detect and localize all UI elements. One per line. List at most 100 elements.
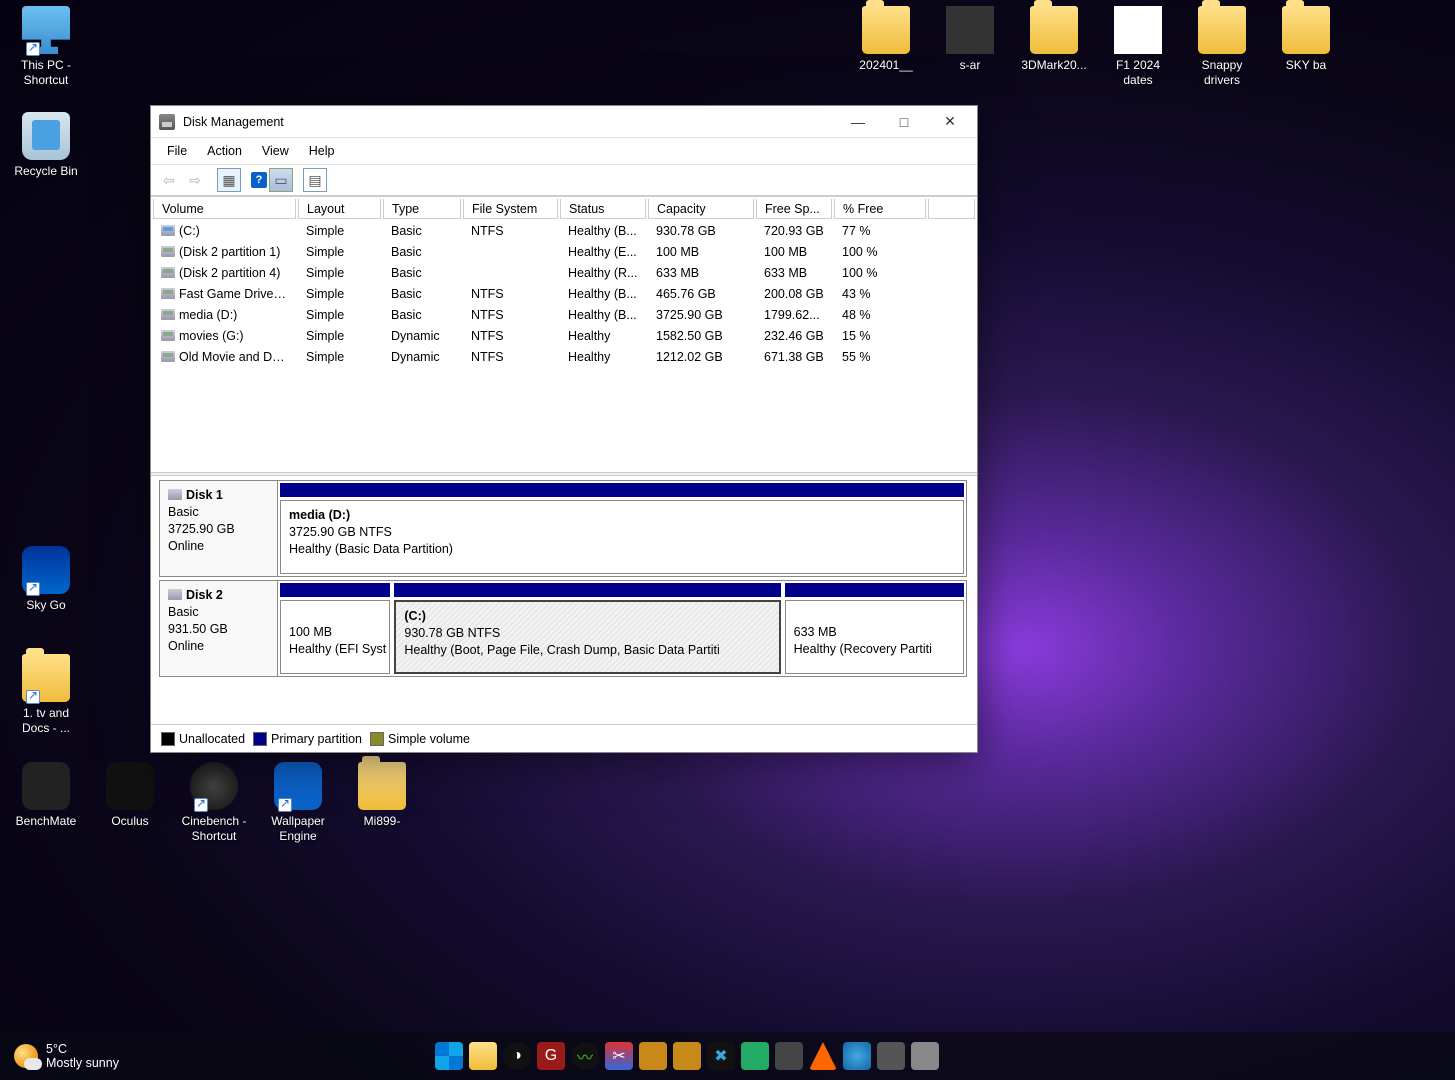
desktop-icon-tvanddocs[interactable]: 1. tv and Docs - ... — [8, 654, 84, 736]
properties-button[interactable]: ▭ — [269, 168, 293, 192]
disk-map-pane[interactable]: Disk 1Basic3725.90 GBOnlinemedia (D:)372… — [151, 476, 977, 724]
disk-row[interactable]: Disk 1Basic3725.90 GBOnlinemedia (D:)372… — [159, 480, 967, 577]
disk-info[interactable]: Disk 2Basic931.50 GBOnline — [160, 581, 278, 676]
help-button[interactable]: ? — [251, 172, 267, 188]
legend-label-simple: Simple volume — [388, 732, 470, 746]
maximize-button[interactable]: □ — [881, 106, 927, 138]
disk-info[interactable]: Disk 1Basic3725.90 GBOnline — [160, 481, 278, 576]
column-type[interactable]: Type — [383, 199, 461, 219]
taskbar: 5°C Mostly sunny ◑ G 〰 ✂ ✖ — [0, 1032, 1455, 1080]
back-button[interactable]: ⇦ — [157, 168, 181, 192]
desktop-icon-skygo[interactable]: Sky Go — [8, 546, 84, 613]
disk-row[interactable]: Disk 2Basic931.50 GBOnline 100 MBHealthy… — [159, 580, 967, 677]
taskbar-edge-icon[interactable] — [843, 1042, 871, 1070]
taskbar-monitor-icon[interactable]: 〰 — [571, 1042, 599, 1070]
taskbar-steam-icon[interactable]: ◑ — [503, 1042, 531, 1070]
partition-cell[interactable]: media (D:)3725.90 GB NTFSHealthy (Basic … — [280, 500, 964, 574]
column-volume[interactable]: Volume — [153, 199, 296, 219]
desktop-icon-wallpaper[interactable]: Wallpaper Engine — [260, 762, 336, 844]
volume-row[interactable]: (Disk 2 partition 4)SimpleBasicHealthy (… — [153, 263, 975, 282]
desktop-icon-label: Mi899- — [344, 814, 420, 829]
column-status[interactable]: Status — [560, 199, 646, 219]
menu-help[interactable]: Help — [299, 140, 345, 162]
drive-icon — [161, 351, 175, 362]
drive-icon — [161, 225, 175, 236]
taskbar-gpuz-icon[interactable] — [673, 1042, 701, 1070]
toolbar: ⇦ ⇨ ▦ ? ▭ ▤ — [151, 164, 977, 196]
taskbar-app3-icon[interactable] — [741, 1042, 769, 1070]
desktop-icon-label: 1. tv and Docs - ... — [8, 706, 84, 736]
taskbar-center: ◑ G 〰 ✂ ✖ — [119, 1042, 1255, 1070]
volume-row[interactable]: (Disk 2 partition 1)SimpleBasicHealthy (… — [153, 242, 975, 261]
minimize-button[interactable]: — — [835, 106, 881, 138]
desktop-icon-label: s-ar — [932, 58, 1008, 73]
desktop-icon-mi899[interactable]: Mi899- — [344, 762, 420, 829]
desktop-icon-label: Wallpaper Engine — [260, 814, 336, 844]
partition-cell[interactable]: 633 MBHealthy (Recovery Partiti — [785, 600, 964, 674]
partition-cell[interactable]: (C:)930.78 GB NTFSHealthy (Boot, Page Fi… — [394, 600, 780, 674]
volume-row[interactable]: (C:)SimpleBasicNTFSHealthy (B...930.78 G… — [153, 221, 975, 240]
menu-view[interactable]: View — [252, 140, 299, 162]
desktop-icon-f12024[interactable]: F1 2024 dates — [1100, 6, 1176, 88]
desktop-icon-snappy[interactable]: Snappy drivers — [1184, 6, 1260, 88]
taskbar-app6-icon[interactable] — [911, 1042, 939, 1070]
column-free-space[interactable]: Free Sp... — [756, 199, 832, 219]
drive-icon — [161, 288, 175, 299]
show-hide-console-tree-button[interactable]: ▦ — [217, 168, 241, 192]
taskbar-snip-icon[interactable]: ✂ — [605, 1042, 633, 1070]
desktop-icon-thispc[interactable]: This PC - Shortcut — [8, 6, 84, 88]
volume-row[interactable]: movies (G:)SimpleDynamicNTFSHealthy1582.… — [153, 326, 975, 345]
partition-header-bar — [280, 483, 964, 497]
taskbar-weather[interactable]: 5°C Mostly sunny — [0, 1042, 119, 1071]
column-layout[interactable]: Layout — [298, 199, 381, 219]
desktop-icon-202401[interactable]: 202401__ — [848, 6, 924, 73]
desktop-icon-label: Cinebench - Shortcut — [176, 814, 252, 844]
taskbar-app2-icon[interactable]: ✖ — [707, 1042, 735, 1070]
desktop-icon-label: Recycle Bin — [8, 164, 84, 179]
desktop-icon-label: SKY ba — [1268, 58, 1344, 73]
partition-cell[interactable]: 100 MBHealthy (EFI Syst — [280, 600, 390, 674]
drive-icon — [161, 267, 175, 278]
desktop-icon-benchmate[interactable]: BenchMate — [8, 762, 84, 829]
column-file-system[interactable]: File System — [463, 199, 558, 219]
disk-partitions: media (D:)3725.90 GB NTFSHealthy (Basic … — [278, 481, 966, 576]
menu-file[interactable]: File — [157, 140, 197, 162]
legend: Unallocated Primary partition Simple vol… — [151, 724, 977, 752]
desktop-icon-oculus[interactable]: Oculus — [92, 762, 168, 829]
desktop-icon-sky[interactable]: SKY ba — [1268, 6, 1344, 73]
titlebar[interactable]: Disk Management — □ ✕ — [151, 106, 977, 138]
desktop-icon-label: Oculus — [92, 814, 168, 829]
drive-icon — [161, 330, 175, 341]
desktop-icon-label: Snappy drivers — [1184, 58, 1260, 88]
taskbar-cpuz-icon[interactable] — [639, 1042, 667, 1070]
disk-management-icon — [159, 114, 175, 130]
taskbar-app4-icon[interactable] — [775, 1042, 803, 1070]
legend-swatch-primary — [253, 732, 267, 746]
desktop-icon-label: F1 2024 dates — [1100, 58, 1176, 88]
menu-bar: File Action View Help — [151, 138, 977, 164]
taskbar-app5-icon[interactable] — [877, 1042, 905, 1070]
desktop-icon-recyclebin[interactable]: Recycle Bin — [8, 112, 84, 179]
desktop-icon-sar[interactable]: s-ar — [932, 6, 1008, 73]
disk-management-window: Disk Management — □ ✕ File Action View H… — [150, 105, 978, 753]
partition-header-bar — [280, 583, 390, 597]
column-capacity[interactable]: Capacity — [648, 199, 754, 219]
taskbar-vlc-icon[interactable] — [809, 1042, 837, 1070]
desktop-icon-cinebench[interactable]: Cinebench - Shortcut — [176, 762, 252, 844]
column-percent-free[interactable]: % Free — [834, 199, 926, 219]
volume-row[interactable]: media (D:)SimpleBasicNTFSHealthy (B...37… — [153, 305, 975, 324]
volume-row[interactable]: Fast Game Drive (E:)SimpleBasicNTFSHealt… — [153, 284, 975, 303]
refresh-button[interactable]: ▤ — [303, 168, 327, 192]
taskbar-explorer-icon[interactable] — [469, 1042, 497, 1070]
legend-swatch-simple — [370, 732, 384, 746]
legend-label-primary: Primary partition — [271, 732, 362, 746]
desktop-icon-label: This PC - Shortcut — [8, 58, 84, 88]
desktop-icon-3dmark[interactable]: 3DMark20... — [1016, 6, 1092, 73]
close-button[interactable]: ✕ — [927, 106, 973, 138]
forward-button[interactable]: ⇨ — [183, 168, 207, 192]
volume-row[interactable]: Old Movie and Da...SimpleDynamicNTFSHeal… — [153, 347, 975, 366]
taskbar-app-icon[interactable]: G — [537, 1042, 565, 1070]
volume-list[interactable]: Volume Layout Type File System Status Ca… — [151, 196, 977, 472]
start-button[interactable] — [435, 1042, 463, 1070]
menu-action[interactable]: Action — [197, 140, 252, 162]
